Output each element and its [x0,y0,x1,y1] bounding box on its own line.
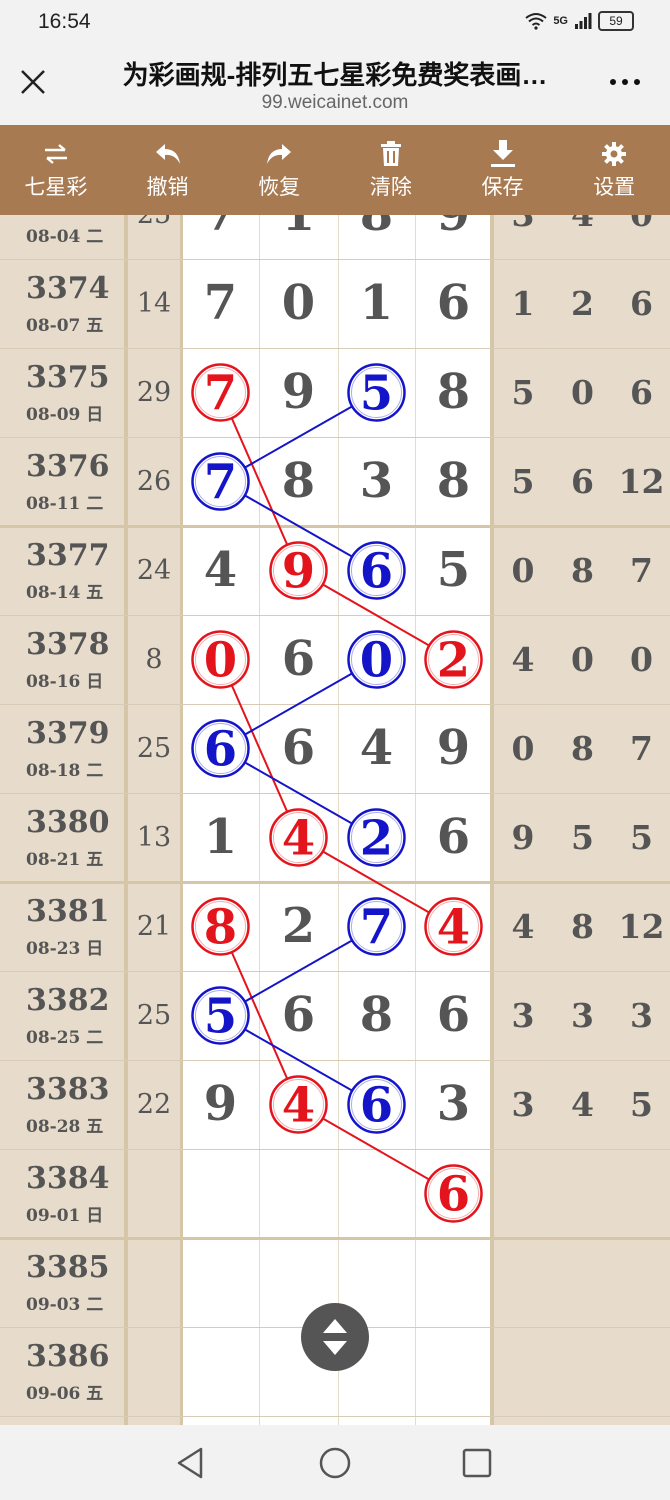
blue-circle-mark[interactable]: 7 [191,452,250,511]
circled-digit: 4 [437,900,470,956]
download-icon [490,140,515,167]
toolbar-label: 设置 [593,175,636,199]
red-pattern-line [219,926,454,1195]
trash-icon [380,141,401,166]
toggle-lottery-button[interactable]: 七星彩 [0,125,112,215]
red-circle-mark[interactable]: 0 [191,630,250,689]
settings-button[interactable]: 设置 [558,125,670,215]
red-circle-mark[interactable]: 9 [269,541,328,600]
circled-digit: 4 [282,811,315,867]
circled-digit: 2 [360,811,393,867]
signal-icon [575,13,592,29]
circled-digit: 6 [360,544,393,600]
red-circle-mark[interactable]: 4 [424,897,483,956]
system-nav-bar [0,1425,670,1500]
circled-digit: 5 [204,989,237,1045]
circled-digit: 0 [360,633,393,689]
circled-digit: 6 [204,722,237,778]
draw-chart-grid[interactable]: 337308-04 二257189340337408-07 五147016126… [0,215,670,1425]
gear-icon [602,142,627,166]
blue-circle-mark[interactable]: 6 [347,541,406,600]
up-down-arrows-icon [323,1319,347,1355]
red-circle-mark[interactable]: 4 [269,1075,328,1134]
red-pattern-line [219,392,454,661]
battery-icon: 59 [598,11,634,31]
blue-circle-mark[interactable]: 6 [191,719,250,778]
more-menu-icon[interactable] [610,79,640,85]
circled-digit: 7 [204,455,237,511]
redo-icon [267,144,292,164]
status-icons: 5G 59 [525,11,634,31]
red-circle-mark[interactable]: 7 [191,363,250,422]
red-circle-mark[interactable]: 2 [424,630,483,689]
circled-digit: 7 [204,366,237,422]
blue-circle-mark[interactable]: 7 [347,897,406,956]
blue-circle-mark[interactable]: 5 [347,363,406,422]
switch-arrows-icon [44,144,67,164]
close-icon[interactable] [18,67,48,97]
pattern-overlay: 790 248 446576062756 [191,363,483,1223]
blue-circle-mark[interactable]: 5 [191,986,250,1045]
home-icon[interactable] [317,1445,353,1481]
toolbar-label: 保存 [481,175,524,199]
red-pattern-line [219,659,454,928]
circled-digit: 8 [204,900,237,956]
circled-digit: 2 [437,633,470,689]
blue-circle-mark[interactable]: 0 [347,630,406,689]
toolbar-label: 恢复 [258,175,301,199]
page-title: 为彩画规-排列五七星彩免费奖表画… [122,60,548,90]
red-circle-mark[interactable]: 6 [424,1164,483,1223]
browser-title-bar: 为彩画规-排列五七星彩免费奖表画… 99.weicainet.com [0,45,670,125]
circled-digit: 6 [360,1078,393,1134]
red-circle-mark[interactable]: 8 [191,897,250,956]
circled-digit: 0 [204,633,237,689]
scroll-toggle-button[interactable] [301,1303,369,1371]
save-button[interactable]: 保存 [447,125,559,215]
status-time: 16:54 [38,10,91,33]
undo-button[interactable]: 撤销 [112,125,224,215]
redo-button[interactable]: 恢复 [223,125,335,215]
toolbar-label: 清除 [369,175,412,199]
undo-icon [155,144,180,164]
blue-circle-mark[interactable]: 6 [347,1075,406,1134]
network-type: 5G [553,15,568,27]
circled-digit: 5 [360,366,393,422]
red-circle-mark[interactable]: 4 [269,808,328,867]
status-bar: 16:54 5G 59 [0,0,670,45]
circled-digit: 7 [360,900,393,956]
toolbar-label: 七星彩 [24,175,88,199]
clear-button[interactable]: 清除 [335,125,447,215]
circled-digit: 9 [282,544,315,600]
circled-digit: 6 [437,1167,470,1223]
wifi-icon [525,13,547,30]
recents-icon[interactable] [459,1445,495,1481]
toolbar: 七星彩 撤销 恢复 清除 保存 设置 [0,125,670,215]
blue-circle-mark[interactable]: 2 [347,808,406,867]
page-url: 99.weicainet.com [261,92,409,113]
back-icon[interactable] [173,1445,209,1481]
toolbar-label: 撤销 [146,175,189,199]
circled-digit: 4 [282,1078,315,1134]
